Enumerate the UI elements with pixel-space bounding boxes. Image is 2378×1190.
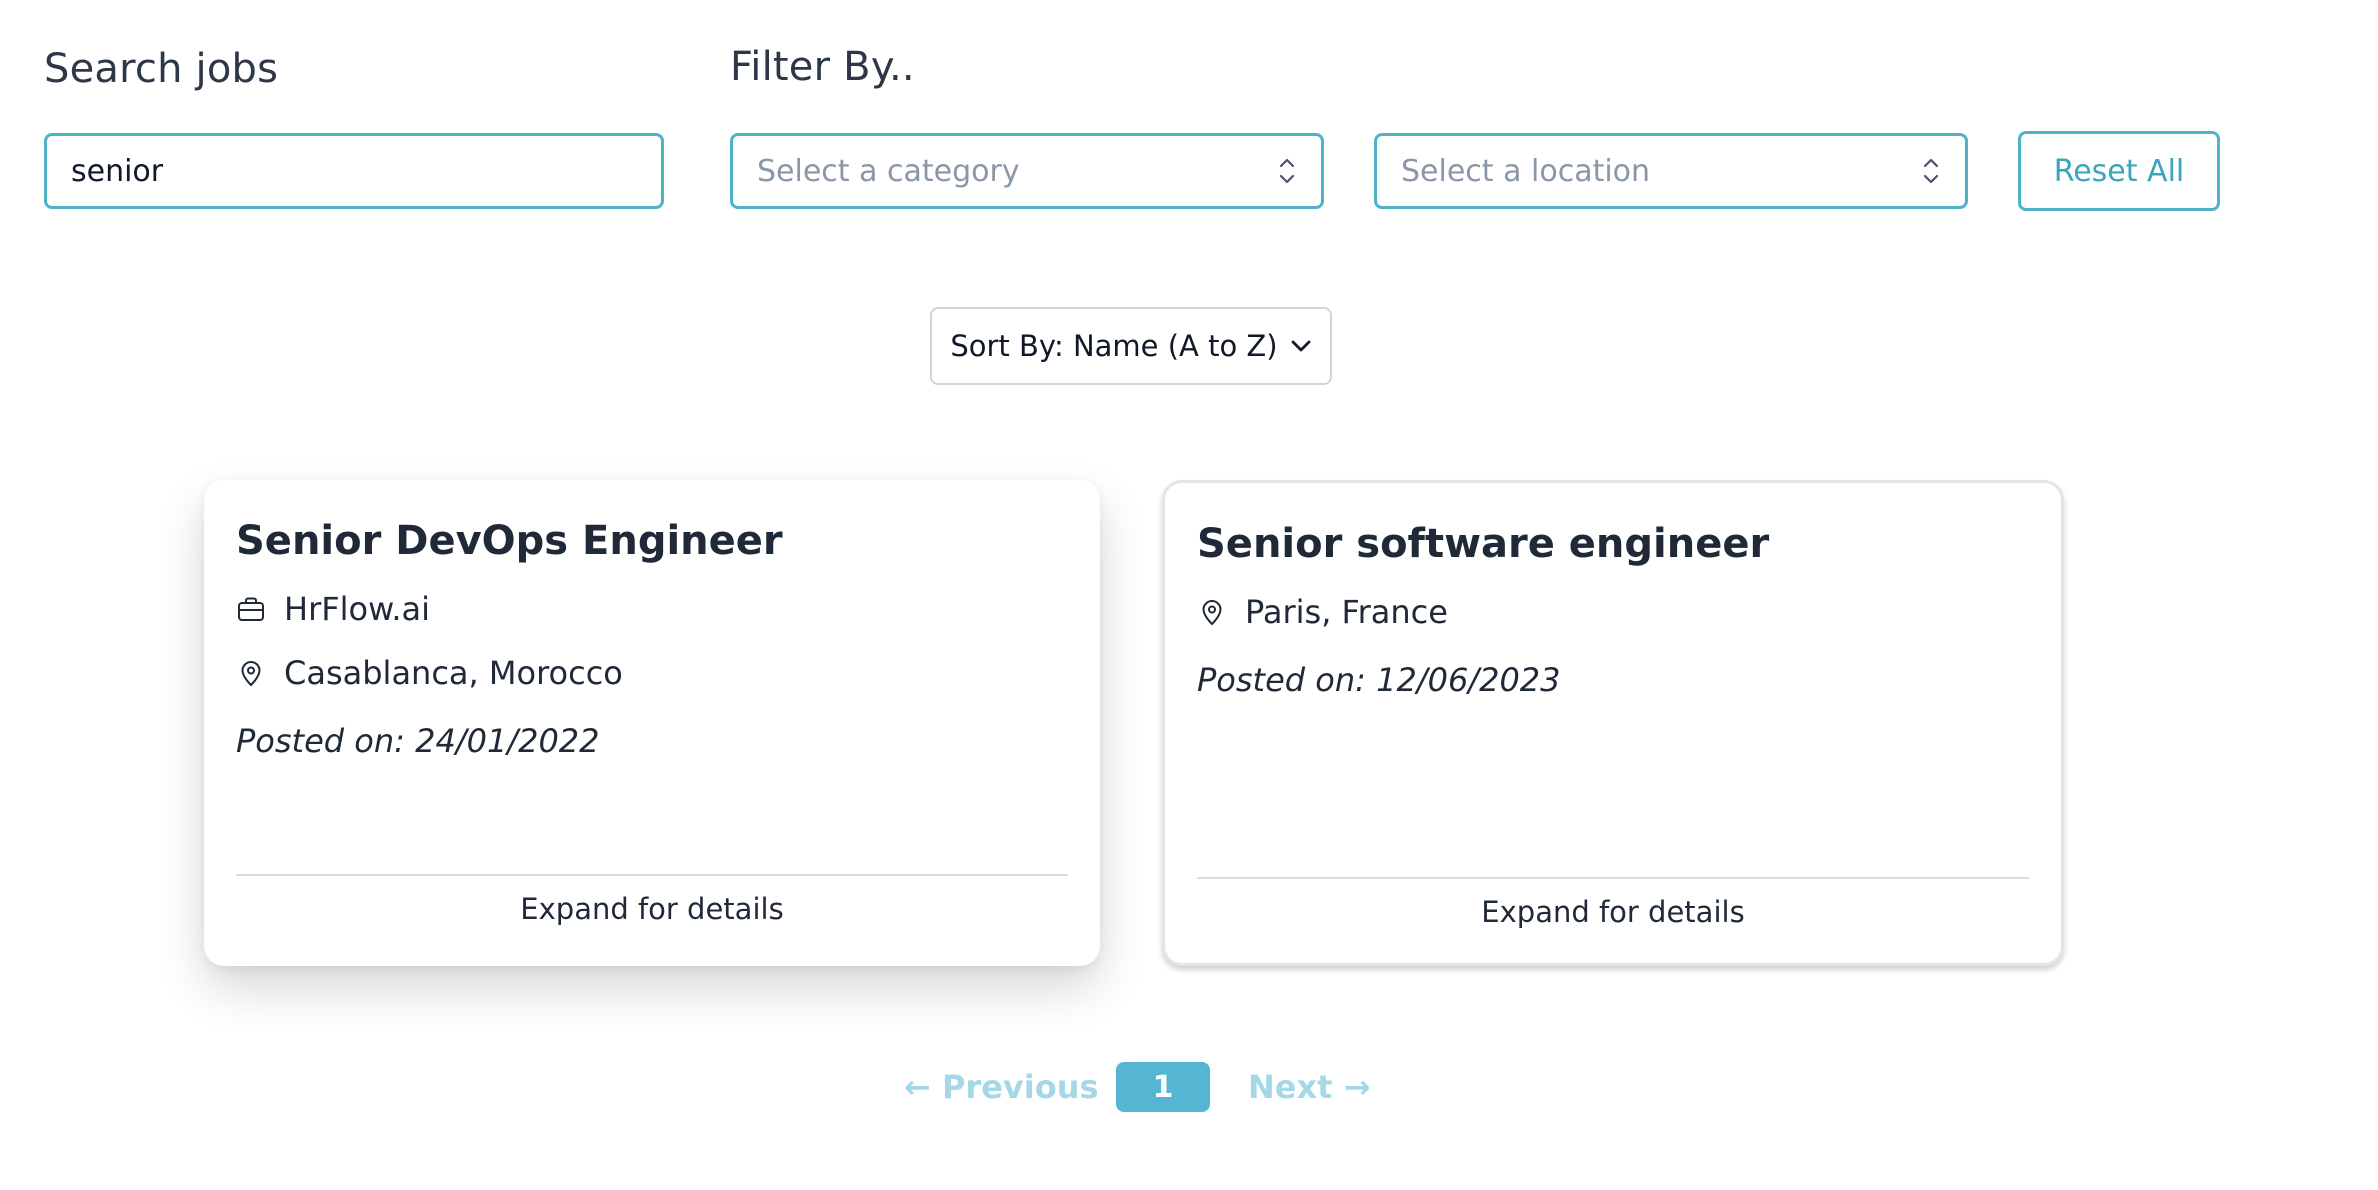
- job-location-row: Casablanca, Morocco: [236, 654, 623, 692]
- previous-page-link[interactable]: ← Previous: [904, 1068, 1099, 1106]
- category-placeholder: Select a category: [757, 153, 1020, 189]
- next-page-link[interactable]: Next →: [1248, 1068, 1370, 1106]
- job-search-page: Search jobs Filter By.. Select a categor…: [0, 0, 2378, 1190]
- expand-details-link[interactable]: Expand for details: [1165, 895, 2061, 929]
- category-select[interactable]: Select a category: [730, 133, 1324, 209]
- card-divider: [236, 874, 1068, 876]
- chevron-up-down-icon: [1279, 158, 1295, 184]
- search-input[interactable]: [71, 153, 637, 189]
- location-select[interactable]: Select a location: [1374, 133, 1968, 209]
- job-location-row: Paris, France: [1197, 593, 1448, 631]
- job-location: Casablanca, Morocco: [284, 654, 623, 692]
- briefcase-icon: [238, 597, 264, 621]
- page-number-button[interactable]: 1: [1116, 1062, 1210, 1112]
- reset-all-button[interactable]: Reset All: [2018, 131, 2220, 211]
- job-posted-date: Posted on: 12/06/2023: [1197, 661, 1561, 699]
- search-field[interactable]: [44, 133, 664, 209]
- pagination: ← Previous 1 Next →: [900, 1060, 1380, 1112]
- location-placeholder: Select a location: [1401, 153, 1651, 189]
- job-card[interactable]: Senior software engineer Paris, France P…: [1162, 480, 2064, 966]
- filter-by-label: Filter By..: [730, 44, 915, 90]
- job-title: Senior software engineer: [1197, 521, 1770, 567]
- job-posted-date: Posted on: 24/01/2022: [236, 722, 600, 760]
- map-pin-icon: [241, 661, 261, 687]
- chevron-up-down-icon: [1923, 158, 1939, 184]
- card-divider: [1197, 877, 2029, 879]
- sort-dropdown-button[interactable]: Sort By: Name (A to Z): [930, 307, 1332, 385]
- job-title: Senior DevOps Engineer: [236, 518, 783, 564]
- sort-label: Sort By: Name (A to Z): [950, 329, 1278, 363]
- expand-details-link[interactable]: Expand for details: [204, 892, 1100, 926]
- search-jobs-label: Search jobs: [44, 46, 279, 92]
- job-company-row: HrFlow.ai: [236, 590, 430, 628]
- job-location: Paris, France: [1245, 593, 1448, 631]
- map-pin-icon: [1202, 600, 1222, 626]
- job-card[interactable]: Senior DevOps Engineer HrFlow.ai Casabla…: [204, 480, 1100, 966]
- job-company: HrFlow.ai: [284, 590, 430, 628]
- chevron-down-icon: [1291, 340, 1311, 352]
